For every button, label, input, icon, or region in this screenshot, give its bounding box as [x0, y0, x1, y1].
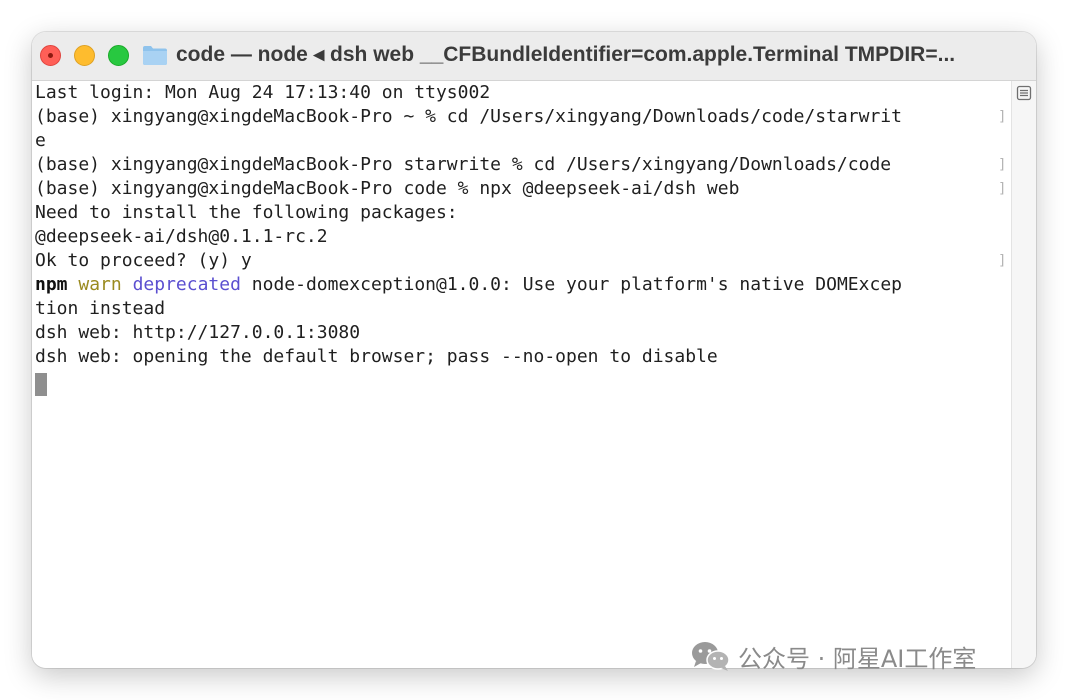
scrollbar-toggle-icon[interactable] [1016, 85, 1032, 101]
terminal-line: (base) xingyang@xingdeMacBook-Pro ~ % cd… [35, 106, 902, 127]
terminal-line: (base) xingyang@xingdeMacBook-Pro code %… [35, 178, 740, 199]
terminal-line: e [35, 130, 46, 151]
npm-label: npm [35, 274, 68, 295]
close-icon[interactable] [40, 45, 61, 66]
npm-warning-line: npm warn deprecated node-domexception@1.… [35, 273, 902, 297]
line-mark: ] [998, 157, 1007, 173]
terminal-line: Need to install the following packages: [35, 202, 458, 223]
terminal-line: (base) xingyang@xingdeMacBook-Pro starwr… [35, 154, 892, 175]
watermark: 公众号 · 阿星AI工作室 [690, 640, 977, 673]
watermark-text: 公众号 · 阿星AI工作室 [738, 644, 977, 673]
terminal-line: dsh web: http://127.0.0.1:3080 [35, 322, 361, 343]
terminal-line: Ok to proceed? (y) y [35, 250, 252, 271]
deprecated-label: deprecated [132, 274, 241, 295]
terminal-line: tion instead [35, 298, 166, 319]
minimize-icon[interactable] [74, 45, 95, 66]
line-mark: ] [998, 253, 1007, 269]
line-mark: ] [998, 109, 1007, 125]
terminal-line: @deepseek-ai/dsh@0.1.1-rc.2 [35, 226, 328, 247]
window-title: code — node ◂ dsh web __CFBundleIdentifi… [176, 43, 956, 66]
terminal-output[interactable]: Last login: Mon Aug 24 17:13:40 on ttys0… [32, 81, 1012, 668]
folder-icon [143, 46, 167, 65]
terminal-line: Last login: Mon Aug 24 17:13:40 on ttys0… [35, 82, 491, 103]
title-bar[interactable]: code — node ◂ dsh web __CFBundleIdentifi… [32, 32, 1036, 81]
line-mark: ] [998, 181, 1007, 197]
warning-message: node-domexception@1.0.0: Use your platfo… [240, 274, 902, 295]
scrollbar[interactable] [1011, 81, 1036, 668]
terminal-window: code — node ◂ dsh web __CFBundleIdentifi… [32, 32, 1036, 668]
warn-label: warn [78, 274, 122, 295]
terminal-line: dsh web: opening the default browser; pa… [35, 346, 718, 367]
maximize-icon[interactable] [108, 45, 129, 66]
wechat-icon [692, 642, 730, 671]
terminal-cursor [35, 373, 47, 396]
